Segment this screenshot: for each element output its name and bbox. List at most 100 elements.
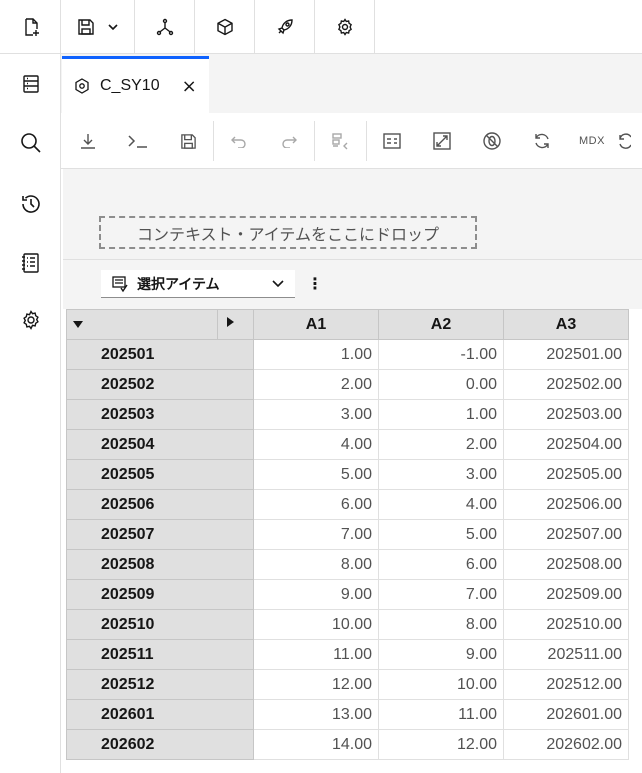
data-cell[interactable]: 202508.00 xyxy=(503,549,629,580)
settings-button[interactable] xyxy=(0,293,61,347)
row-header[interactable]: 202512 xyxy=(66,669,254,700)
tab-c-sy10[interactable]: C_SY10 × xyxy=(62,56,209,113)
row-header[interactable]: 202507 xyxy=(66,519,254,550)
data-cell[interactable]: 11.00 xyxy=(253,639,379,670)
data-cell[interactable]: 12.00 xyxy=(253,669,379,700)
row-header[interactable]: 202504 xyxy=(66,429,254,460)
hierarchy-button[interactable] xyxy=(135,0,195,53)
data-cell[interactable]: 202602.00 xyxy=(503,729,629,760)
data-cell[interactable]: 202503.00 xyxy=(503,399,629,430)
export-button[interactable] xyxy=(63,113,113,169)
data-cell[interactable]: 14.00 xyxy=(253,729,379,760)
terminal-icon xyxy=(127,133,149,149)
data-cell[interactable]: 3.00 xyxy=(378,459,504,490)
row-header[interactable]: 202601 xyxy=(66,699,254,730)
close-icon[interactable]: × xyxy=(182,76,197,97)
data-cell[interactable]: 11.00 xyxy=(378,699,504,730)
data-cell[interactable]: 202512.00 xyxy=(503,669,629,700)
data-cell[interactable]: 13.00 xyxy=(253,699,379,730)
save-view-button[interactable] xyxy=(163,113,213,169)
cube-grid: A1 A2 A3 202501 1.00 -1.00 202501.00 202502 2… xyxy=(66,309,629,760)
mdx-button[interactable]: MDX xyxy=(567,113,617,169)
column-header-a3[interactable]: A3 xyxy=(503,309,629,340)
undo-button[interactable] xyxy=(214,113,264,169)
redo-button[interactable] xyxy=(264,113,314,169)
data-cell[interactable]: 202505.00 xyxy=(503,459,629,490)
cube-button[interactable] xyxy=(195,0,255,53)
row-header[interactable]: 202511 xyxy=(66,639,254,670)
data-cell[interactable]: 1.00 xyxy=(253,339,379,370)
history-button[interactable] xyxy=(0,177,61,231)
table-row: 202508 8.00 6.00 202508.00 xyxy=(66,549,629,580)
new-file-icon xyxy=(21,17,41,37)
data-cell[interactable]: 202509.00 xyxy=(503,579,629,610)
data-cell[interactable]: 202502.00 xyxy=(503,369,629,400)
row-header[interactable]: 202506 xyxy=(66,489,254,520)
hide-zero-button[interactable] xyxy=(467,113,517,169)
terminal-button[interactable] xyxy=(113,113,163,169)
data-cell[interactable]: 0.00 xyxy=(378,369,504,400)
context-drop-zone[interactable]: コンテキスト・アイテムをここにドロップ xyxy=(99,216,477,249)
refresh-icon xyxy=(532,131,552,151)
data-cell[interactable]: 2.00 xyxy=(378,429,504,460)
data-cell[interactable]: 5.00 xyxy=(253,459,379,490)
save-menu-button[interactable] xyxy=(61,0,135,53)
rocket-button[interactable] xyxy=(255,0,315,53)
data-cell[interactable]: 202501.00 xyxy=(503,339,629,370)
data-cell[interactable]: 1.00 xyxy=(378,399,504,430)
data-cell[interactable]: 202507.00 xyxy=(503,519,629,550)
grid-corner[interactable] xyxy=(66,309,254,340)
resize-button[interactable] xyxy=(417,113,467,169)
data-cell[interactable]: 5.00 xyxy=(378,519,504,550)
data-cell[interactable]: 12.00 xyxy=(378,729,504,760)
row-header[interactable]: 202508 xyxy=(66,549,254,580)
data-cell[interactable]: 3.00 xyxy=(253,399,379,430)
data-cell[interactable]: 10.00 xyxy=(253,609,379,640)
more-tools-button[interactable] xyxy=(617,113,642,169)
row-header[interactable]: 202602 xyxy=(66,729,254,760)
chevron-down-icon xyxy=(271,276,285,290)
data-cell[interactable]: 6.00 xyxy=(378,549,504,580)
search-button[interactable] xyxy=(0,116,61,170)
data-cell[interactable]: 2.00 xyxy=(253,369,379,400)
data-cell[interactable]: -1.00 xyxy=(378,339,504,370)
rollback-button[interactable] xyxy=(315,113,365,169)
row-header[interactable]: 202502 xyxy=(66,369,254,400)
column-header-a2[interactable]: A2 xyxy=(378,309,504,340)
data-cell[interactable]: 9.00 xyxy=(253,579,379,610)
row-header[interactable]: 202510 xyxy=(66,609,254,640)
data-cell[interactable]: 202506.00 xyxy=(503,489,629,520)
selection-dropdown[interactable]: 選択アイテム xyxy=(101,270,295,298)
notes-button[interactable] xyxy=(0,236,61,290)
row-header[interactable]: 202505 xyxy=(66,459,254,490)
data-cell[interactable]: 202504.00 xyxy=(503,429,629,460)
data-cell[interactable]: 10.00 xyxy=(378,669,504,700)
row-header[interactable]: 202509 xyxy=(66,579,254,610)
new-file-button[interactable] xyxy=(0,0,61,54)
data-cell[interactable]: 6.00 xyxy=(253,489,379,520)
more-options-icon[interactable]: ⋮ xyxy=(307,274,323,293)
data-cell[interactable]: 4.00 xyxy=(253,429,379,460)
refresh-button[interactable] xyxy=(517,113,567,169)
database-button[interactable] xyxy=(0,57,61,111)
chevron-down-icon xyxy=(107,21,119,33)
data-cell[interactable]: 202511.00 xyxy=(503,639,629,670)
row-header[interactable]: 202503 xyxy=(66,399,254,430)
id-card-button[interactable] xyxy=(367,113,417,169)
data-cell[interactable]: 4.00 xyxy=(378,489,504,520)
table-row: 202602 14.00 12.00 202602.00 xyxy=(66,729,629,760)
rollback-icon xyxy=(331,132,349,150)
row-header[interactable]: 202501 xyxy=(66,339,254,370)
data-cell[interactable]: 8.00 xyxy=(253,549,379,580)
data-cell[interactable]: 7.00 xyxy=(378,579,504,610)
data-cell[interactable]: 7.00 xyxy=(253,519,379,550)
data-cell[interactable]: 202510.00 xyxy=(503,609,629,640)
expand-columns-icon[interactable] xyxy=(227,317,234,327)
expand-rows-icon[interactable] xyxy=(73,321,83,328)
column-header-a1[interactable]: A1 xyxy=(253,309,379,340)
data-cell[interactable]: 202601.00 xyxy=(503,699,629,730)
search-icon xyxy=(20,132,42,154)
data-cell[interactable]: 8.00 xyxy=(378,609,504,640)
data-cell[interactable]: 9.00 xyxy=(378,639,504,670)
cube-settings-button[interactable] xyxy=(315,0,375,53)
